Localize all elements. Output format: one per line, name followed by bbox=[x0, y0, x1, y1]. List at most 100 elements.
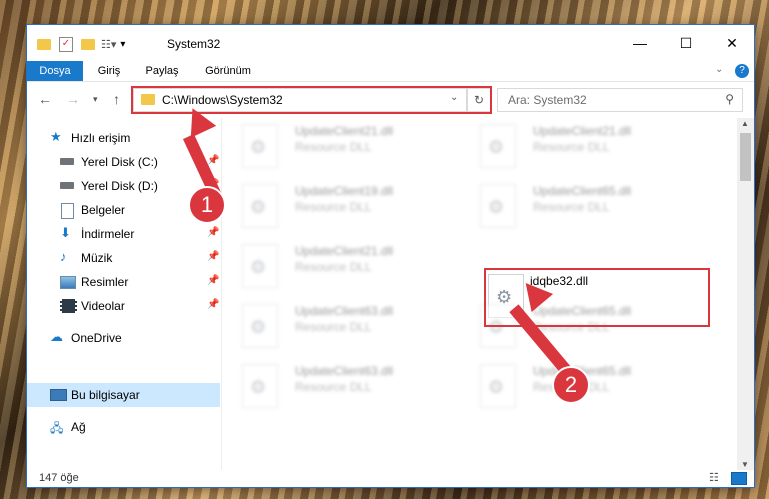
dll-file-icon bbox=[480, 184, 516, 228]
dll-file-icon bbox=[242, 184, 278, 228]
up-arrow-icon[interactable]: ↑ bbox=[113, 91, 120, 107]
vertical-scrollbar[interactable]: ▲ ▼ bbox=[737, 118, 754, 470]
star-icon: ★ bbox=[50, 129, 62, 144]
item-count: 147 öğe bbox=[39, 472, 79, 484]
file-name: UpdateClient65.dll bbox=[533, 184, 632, 198]
properties-icon[interactable]: ✓ bbox=[59, 36, 73, 52]
dll-file-icon bbox=[242, 244, 278, 288]
tab-share[interactable]: Paylaş bbox=[137, 61, 187, 81]
pin-icon[interactable]: 📌 bbox=[207, 155, 219, 166]
sidebar-item-label: Müzik bbox=[81, 251, 113, 265]
file-name: UpdateClient19.dll bbox=[295, 184, 394, 198]
file-name: UpdateClient21.dll bbox=[533, 124, 632, 138]
search-placeholder: Ara: System32 bbox=[508, 93, 587, 107]
sidebar-item-onedrive[interactable]: ☁ OneDrive bbox=[27, 326, 220, 350]
sidebar-item-label: İndirmeler bbox=[81, 227, 135, 241]
help-icon[interactable]: ? bbox=[735, 64, 749, 78]
file-description: Resource DLL bbox=[295, 140, 372, 154]
maximize-button[interactable]: ☐ bbox=[663, 25, 709, 61]
search-input[interactable]: Ara: System32 ⚲ bbox=[497, 88, 743, 112]
network-icon: 🖧 bbox=[50, 421, 64, 435]
window-title: System32 bbox=[167, 37, 221, 51]
file-description: Resource DLL bbox=[295, 380, 372, 394]
quick-access-toolbar: ✓ ☷▾ ▾ bbox=[37, 36, 125, 52]
pin-icon[interactable]: 📌 bbox=[207, 275, 219, 286]
sidebar-item-videos[interactable]: Videolar 📌 bbox=[27, 294, 220, 318]
file-description: Resource DLL bbox=[295, 260, 372, 274]
drive-icon bbox=[60, 158, 74, 165]
customize-toolbar-icon[interactable]: ▾ bbox=[120, 39, 125, 50]
details-view-icon[interactable]: ☷ bbox=[709, 471, 719, 484]
explorer-window: ✓ ☷▾ ▾ System32 — ☐ ✕ Dosya Giriş Paylaş… bbox=[27, 25, 754, 487]
dll-file-icon bbox=[480, 364, 516, 408]
dll-file-icon bbox=[242, 304, 278, 348]
pin-icon[interactable]: 📌 bbox=[207, 251, 219, 262]
forward-arrow-icon[interactable]: → bbox=[66, 91, 80, 107]
file-list: UpdateClient21.dll Resource DLL UpdateCl… bbox=[222, 118, 737, 470]
ribbon-tabs: Dosya Giriş Paylaş Görünüm ⌄ ? bbox=[27, 61, 754, 82]
sidebar-item-label: Yerel Disk (C:) bbox=[81, 155, 158, 169]
close-button[interactable]: ✕ bbox=[709, 25, 755, 61]
view-options-icon[interactable]: ☷▾ bbox=[101, 38, 116, 51]
navigation-pane: ★ Hızlı erişim Yerel Disk (C:) 📌 Yerel D… bbox=[27, 118, 220, 470]
list-item[interactable]: UpdateClient63.dll Resource DLL bbox=[222, 358, 452, 418]
tab-view[interactable]: Görünüm bbox=[195, 61, 261, 81]
sidebar-item-downloads[interactable]: ⬇ İndirmeler 📌 bbox=[27, 222, 220, 246]
list-item[interactable]: UpdateClient21.dll Resource DLL bbox=[222, 118, 452, 178]
file-description: Resource DLL bbox=[295, 320, 372, 334]
step-badge-1: 1 bbox=[188, 186, 226, 224]
video-icon bbox=[60, 299, 77, 313]
sidebar-item-label: Hızlı erişim bbox=[71, 131, 131, 145]
file-description: Resource DLL bbox=[533, 200, 610, 214]
file-description: Resource DLL bbox=[295, 200, 372, 214]
documents-icon bbox=[61, 203, 74, 219]
chevron-down-icon[interactable]: ⌄ bbox=[715, 64, 723, 75]
minimize-button[interactable]: — bbox=[617, 25, 663, 61]
sidebar-item-label: Bu bilgisayar bbox=[71, 388, 140, 402]
scroll-up-icon[interactable]: ▲ bbox=[741, 119, 749, 128]
pictures-icon bbox=[60, 276, 76, 289]
file-name: UpdateClient21.dll bbox=[295, 244, 394, 258]
tab-file[interactable]: Dosya bbox=[27, 61, 83, 81]
status-bar: 147 öğe ☷ bbox=[27, 470, 754, 487]
scrollbar-thumb[interactable] bbox=[740, 133, 751, 181]
download-icon: ⬇ bbox=[60, 225, 71, 240]
list-item[interactable]: UpdateClient63.dll Resource DLL bbox=[222, 298, 452, 358]
pin-icon[interactable]: 📌 bbox=[207, 299, 219, 310]
new-folder-icon[interactable] bbox=[81, 38, 95, 50]
list-item[interactable]: UpdateClient65.dll Resource DLL bbox=[460, 178, 690, 238]
dll-file-icon bbox=[242, 124, 278, 168]
list-item[interactable]: UpdateClient21.dll Resource DLL bbox=[460, 118, 690, 178]
sidebar-item-this-pc[interactable]: Bu bilgisayar bbox=[27, 383, 220, 407]
file-name: UpdateClient63.dll bbox=[295, 304, 394, 318]
pin-icon[interactable]: 📌 bbox=[207, 227, 219, 238]
sidebar-item-label: Yerel Disk (D:) bbox=[81, 179, 158, 193]
large-icons-view-icon[interactable] bbox=[731, 472, 747, 485]
computer-icon bbox=[50, 389, 67, 401]
address-highlight-box bbox=[131, 86, 492, 114]
music-icon: ♪ bbox=[60, 249, 67, 264]
sidebar-item-pictures[interactable]: Resimler 📌 bbox=[27, 270, 220, 294]
file-description: Resource DLL bbox=[533, 140, 610, 154]
scroll-down-icon[interactable]: ▼ bbox=[741, 460, 749, 469]
folder-icon[interactable] bbox=[37, 38, 51, 50]
sidebar-item-label: Belgeler bbox=[81, 203, 126, 217]
sidebar-item-label: OneDrive bbox=[71, 331, 122, 345]
sidebar-item-music[interactable]: ♪ Müzik 📌 bbox=[27, 246, 220, 270]
search-icon[interactable]: ⚲ bbox=[725, 92, 734, 106]
back-arrow-icon[interactable]: ← bbox=[38, 91, 52, 107]
recent-locations-icon[interactable]: ▾ bbox=[93, 94, 98, 105]
dll-file-icon bbox=[242, 364, 278, 408]
title-bar: ✓ ☷▾ ▾ System32 — ☐ ✕ bbox=[27, 25, 754, 61]
list-item[interactable]: UpdateClient21.dll Resource DLL bbox=[222, 238, 452, 298]
file-name: UpdateClient63.dll bbox=[295, 364, 394, 378]
navigation-bar: ← → ▾ ↑ C:\Windows\System32 ⌄ ↻ Ara: Sys… bbox=[27, 82, 754, 117]
step-badge-2: 2 bbox=[552, 366, 590, 404]
sidebar-item-network[interactable]: 🖧 Ağ bbox=[27, 415, 220, 439]
list-item[interactable]: UpdateClient19.dll Resource DLL bbox=[222, 178, 452, 238]
dll-file-icon bbox=[480, 124, 516, 168]
drive-icon bbox=[60, 182, 74, 189]
cloud-icon: ☁ bbox=[50, 329, 63, 344]
sidebar-item-label: Ağ bbox=[71, 420, 86, 434]
tab-home[interactable]: Giriş bbox=[87, 61, 131, 81]
